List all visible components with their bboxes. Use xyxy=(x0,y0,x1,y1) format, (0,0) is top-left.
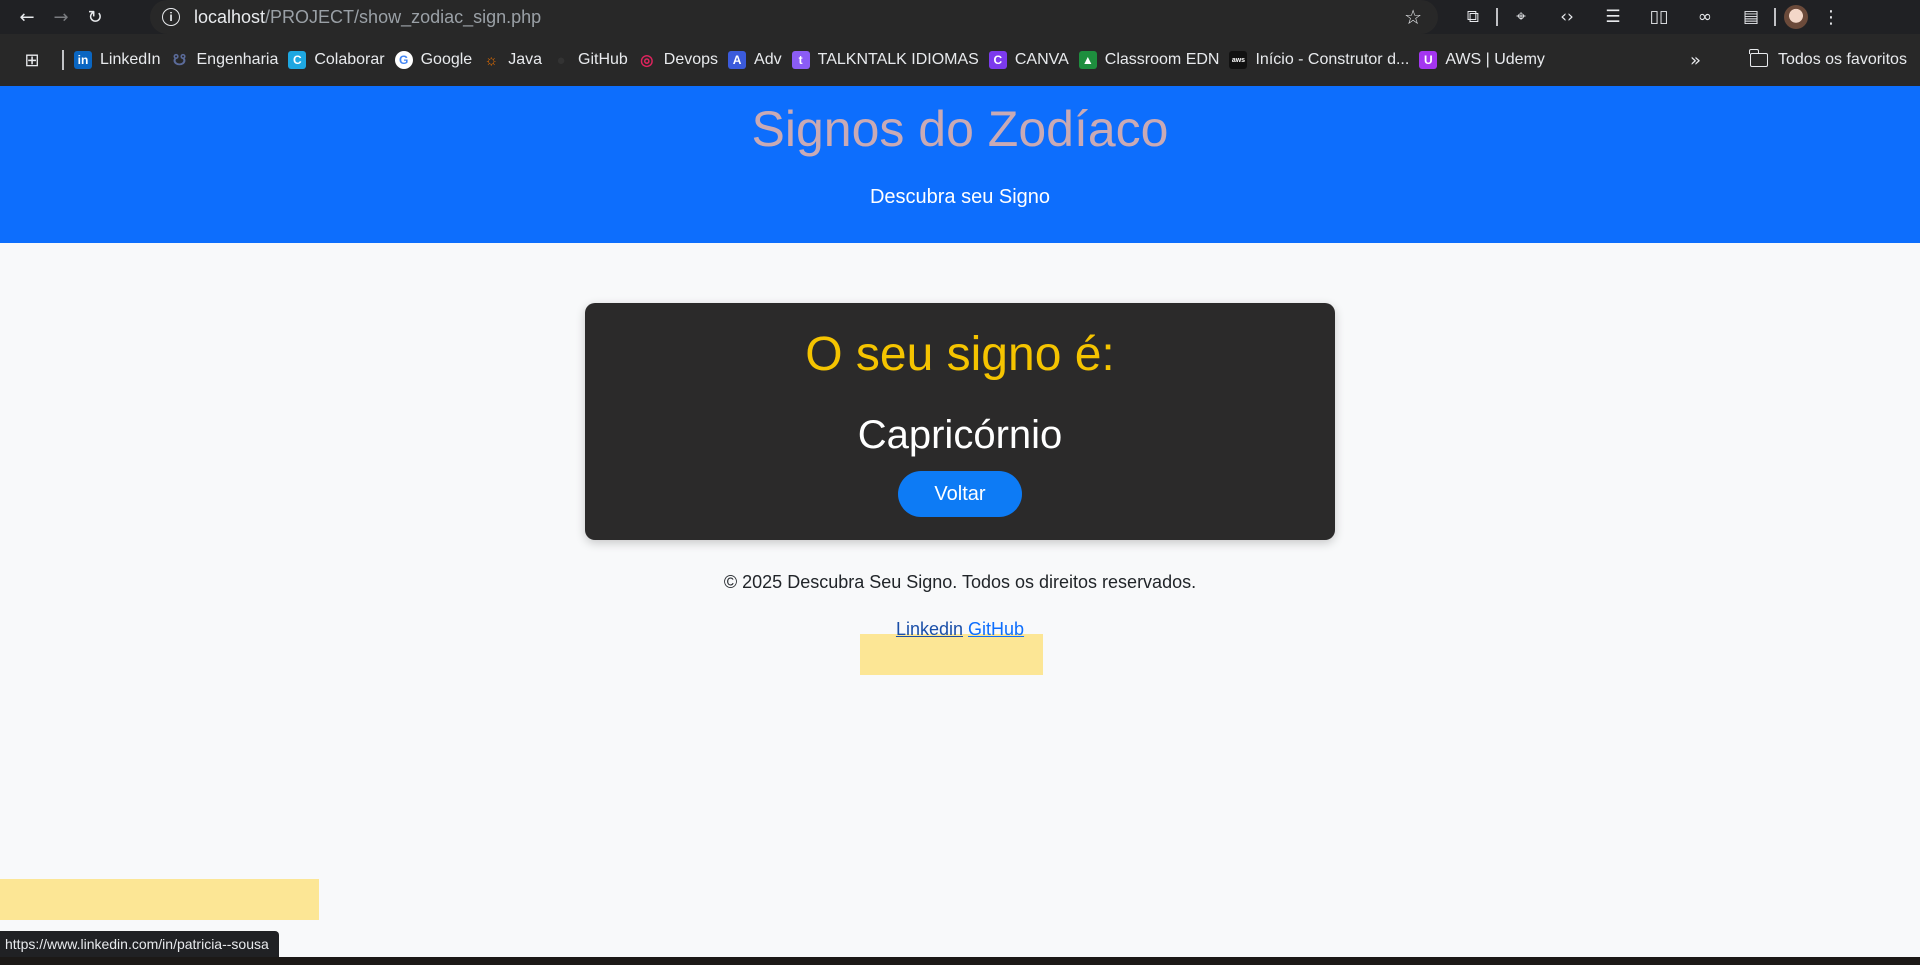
address-bar[interactable]: i localhost/PROJECT/show_zodiac_sign.php… xyxy=(150,0,1438,34)
back-arrow-icon[interactable]: ← xyxy=(10,0,44,34)
aws-icon: aws xyxy=(1229,51,1248,69)
udemy-icon: U xyxy=(1419,51,1438,69)
devops-icon: ◎ xyxy=(640,52,654,69)
linkedin-link[interactable]: Linkedin xyxy=(896,619,963,639)
talkntalk-icon: t xyxy=(791,51,810,69)
url-host: localhost xyxy=(194,6,266,27)
apps-grid-icon[interactable]: ⊞ xyxy=(12,34,52,86)
all-bookmarks-label: Todos os favoritos xyxy=(1778,51,1907,68)
reload-icon[interactable]: ↻ xyxy=(78,0,112,34)
page-subtitle: Descubra seu Signo xyxy=(869,186,1051,208)
back-button[interactable]: Voltar xyxy=(898,471,1022,517)
bookmark-label: Colaborar xyxy=(314,51,385,68)
menu-kebab-icon[interactable]: ⋮ xyxy=(1822,7,1840,28)
bookmark-item[interactable]: ● GitHub xyxy=(552,34,638,86)
highlight-box xyxy=(0,879,319,920)
bookmark-item[interactable]: ☼ Java xyxy=(482,34,552,86)
footer-copyright: © 2025 Descubra Seu Signo. Todos os dire… xyxy=(723,572,1197,592)
highlight-box xyxy=(860,634,1043,675)
result-heading: O seu signo é: xyxy=(805,328,1115,381)
url-path: /PROJECT/show_zodiac_sign.php xyxy=(265,6,542,27)
bookmarks-bar: ⊞ in LinkedIn ☋ Engenharia C Colaborar G Google… xyxy=(0,34,1920,86)
toolbar-divider xyxy=(1496,8,1498,26)
toolbar-divider xyxy=(1774,8,1776,26)
zodiac-sign: Capricórnio xyxy=(857,413,1063,457)
browser-toolbar: ← → ↻ i localhost/PROJECT/show_zodiac_si… xyxy=(0,0,1920,34)
bookmark-item[interactable]: in LinkedIn xyxy=(74,34,171,86)
page-title: Signos do Zodíaco xyxy=(751,101,1169,157)
forward-arrow-icon[interactable]: → xyxy=(44,0,78,34)
bookmark-label: Adv xyxy=(754,51,782,68)
bookmark-star-icon[interactable]: ☆ xyxy=(1404,5,1422,29)
all-bookmarks-folder[interactable]: Todos os favoritos xyxy=(1749,34,1907,86)
site-header: Signos do Zodíaco Descubra seu Signo xyxy=(0,86,1920,243)
bookmark-label: Início - Construtor d... xyxy=(1255,51,1410,68)
bookmark-item[interactable]: aws Início - Construtor d... xyxy=(1229,34,1419,86)
footer-links: Linkedin GitHub xyxy=(0,619,1920,640)
github-icon: ● xyxy=(556,51,566,69)
bookmark-item[interactable]: C CANVA xyxy=(988,34,1079,86)
result-card: O seu signo é: Capricórnio Voltar xyxy=(585,303,1335,540)
link-icon[interactable]: ∞ xyxy=(1682,0,1728,34)
linkedin-icon: in xyxy=(74,51,92,69)
bookmark-item[interactable]: ◎ Devops xyxy=(638,34,728,86)
engenharia-icon: ☋ xyxy=(172,52,187,69)
google-icon: G xyxy=(394,51,413,69)
bookmark-label: GitHub xyxy=(578,51,628,68)
toolbar-icons: ⧉ ⌖ ‹› ☰ ▯▯ ∞ ▤ ⋮ xyxy=(1450,0,1840,34)
bookmark-item[interactable]: t TALKNTALK IDIOMAS xyxy=(791,34,989,86)
url-text[interactable]: localhost/PROJECT/show_zodiac_sign.php xyxy=(194,7,541,28)
site-info-icon[interactable]: i xyxy=(162,8,180,26)
bookmark-item[interactable]: ☋ Engenharia xyxy=(171,34,289,86)
reading-mode-icon[interactable]: ▯▯ xyxy=(1636,0,1682,34)
bookmark-label: TALKNTALK IDIOMAS xyxy=(817,51,979,68)
more-bookmarks-icon[interactable]: » xyxy=(1690,34,1701,86)
location-pin-icon[interactable]: ⌖ xyxy=(1498,0,1544,34)
colaborar-icon: C xyxy=(288,51,307,69)
bookmark-label: Classroom EDN xyxy=(1104,51,1220,68)
folder-icon xyxy=(1749,49,1768,67)
bookmark-label: LinkedIn xyxy=(100,51,161,68)
profile-avatar[interactable] xyxy=(1784,5,1808,29)
bookmark-label: CANVA xyxy=(1014,51,1069,68)
bookmarks-divider xyxy=(62,50,64,70)
canva-icon: C xyxy=(988,51,1007,69)
bookmark-item[interactable]: ▲ Classroom EDN xyxy=(1078,34,1230,86)
bookmark-list: in LinkedIn ☋ Engenharia C Colaborar G Google ☼ J… xyxy=(74,34,1555,86)
link-status-bar: https://www.linkedin.com/in/patricia--so… xyxy=(0,931,279,957)
window-bottom-strip xyxy=(0,957,1920,965)
adv-icon: A xyxy=(728,51,747,69)
bookmark-item[interactable]: A Adv xyxy=(728,34,792,86)
github-link[interactable]: GitHub xyxy=(968,619,1024,639)
code-icon[interactable]: ‹› xyxy=(1544,0,1590,34)
bookmark-label: Google xyxy=(420,51,473,68)
extensions-icon[interactable]: ⧉ xyxy=(1450,0,1496,34)
bookmark-item[interactable]: C Colaborar xyxy=(288,34,394,86)
bookmark-label: Java xyxy=(508,51,542,68)
bookmark-label: AWS | Udemy xyxy=(1445,51,1545,68)
java-icon: ☼ xyxy=(484,51,499,69)
bookmark-label: Devops xyxy=(663,51,719,68)
bookmark-item[interactable]: U AWS | Udemy xyxy=(1419,34,1555,86)
bookmark-item[interactable]: G Google xyxy=(394,34,483,86)
classroom-icon: ▲ xyxy=(1078,51,1097,69)
bookmark-label: Engenharia xyxy=(196,51,279,68)
list-icon[interactable]: ☰ xyxy=(1590,0,1636,34)
side-panel-icon[interactable]: ▤ xyxy=(1728,0,1774,34)
